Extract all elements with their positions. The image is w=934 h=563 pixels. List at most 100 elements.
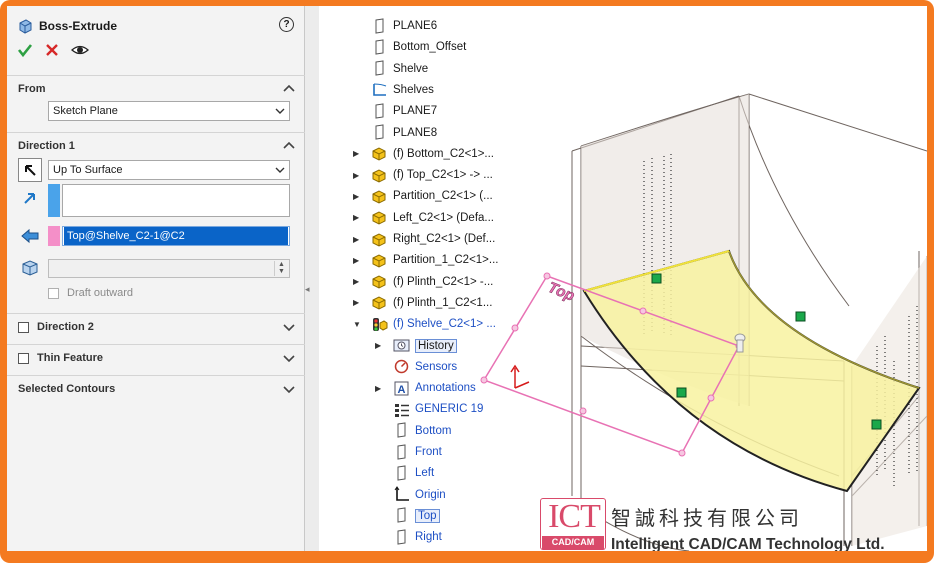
thin-feature-section: Thin Feature (7, 344, 305, 371)
tree-item-label: Right (415, 531, 442, 544)
tree-item[interactable]: ▶ A Annotations (375, 378, 476, 398)
tree-item-label: PLANE8 (393, 126, 438, 139)
direction1-section: Direction 1 (7, 132, 305, 312)
expand-arrow-icon[interactable]: ▶ (353, 149, 363, 158)
tree-item[interactable]: Origin (375, 485, 446, 505)
expand-arrow-icon[interactable]: ▶ (353, 192, 363, 201)
face-color-bar (48, 226, 60, 246)
tree-item[interactable]: ▶ (f) Bottom_C2<1>... (353, 144, 494, 164)
face-selection-item[interactable]: Top@Shelve_C2-1@C2 (64, 227, 288, 245)
reverse-direction-button[interactable] (18, 158, 42, 182)
tree-item[interactable]: GENERIC 19 (375, 399, 483, 419)
action-buttons (17, 42, 89, 58)
chevron-up-icon[interactable] (283, 83, 295, 95)
plane-icon (371, 60, 388, 77)
tree-item-label: Origin (415, 488, 446, 501)
thin-feature-checkbox[interactable] (18, 352, 29, 364)
tree-item[interactable]: ▶ History (375, 336, 457, 356)
tree-item[interactable]: Sensors (375, 357, 457, 377)
help-icon[interactable]: ? (279, 17, 294, 32)
face-selection-box[interactable]: Top@Shelve_C2-1@C2 (62, 226, 290, 246)
end-condition-select[interactable]: Up To Surface (48, 160, 290, 180)
logo-tag: CAD/CAM (542, 536, 604, 549)
tree-item[interactable]: Bottom_Offset (353, 37, 466, 57)
from-select[interactable]: Sketch Plane (48, 101, 290, 121)
expand-arrow-icon[interactable]: ▶ (375, 384, 385, 393)
tree-item[interactable]: ▶ Right_C2<1> (Def... (353, 229, 495, 249)
ok-check-icon[interactable] (17, 42, 33, 58)
draft-outward-checkbox[interactable] (48, 287, 59, 299)
tree-item[interactable]: PLANE7 (353, 101, 437, 121)
tree-item[interactable]: Bottom (375, 421, 451, 441)
splitter-grip-icon[interactable]: ◂ (305, 284, 317, 296)
tree-item[interactable]: Top (375, 506, 440, 526)
selected-contours-header-label: Selected Contours (18, 383, 116, 395)
direction2-header[interactable]: Direction 2 (7, 314, 305, 340)
expand-arrow-icon[interactable]: ▶ (353, 256, 363, 265)
expand-arrow-icon[interactable]: ▶ (353, 213, 363, 222)
tree-item-label: Left_C2<1> (Defa... (393, 211, 495, 224)
plane-icon (371, 39, 388, 56)
expand-arrow-icon[interactable]: ▶ (353, 298, 363, 307)
direction-arrow-icon (24, 193, 35, 204)
part-icon (371, 209, 388, 226)
expand-arrow-icon[interactable]: ▶ (353, 277, 363, 286)
direction1-header[interactable]: Direction 1 (7, 133, 305, 159)
tree-item[interactable]: ▼ (f) Shelve_C2<1> ... (353, 314, 496, 334)
chevron-down-icon[interactable] (283, 321, 295, 333)
svg-text:A: A (398, 384, 406, 396)
tree-item-label: Shelves (393, 83, 434, 96)
tree-item[interactable]: Front (375, 442, 442, 462)
from-header[interactable]: From (7, 76, 305, 102)
part-icon (371, 167, 388, 184)
tree-item[interactable]: Right (375, 527, 442, 547)
tree-item[interactable]: ▶ (f) Plinth_1_C2<1... (353, 293, 492, 313)
offset-distance-button[interactable] (18, 256, 42, 280)
chevron-down-icon[interactable] (283, 352, 295, 364)
preview-eye-icon[interactable] (71, 43, 89, 57)
cancel-x-icon[interactable] (45, 43, 59, 57)
selected-contours-header[interactable]: Selected Contours (7, 376, 305, 402)
offset-cube-icon (22, 260, 38, 276)
part-icon (371, 145, 388, 162)
direction-selection-box[interactable] (62, 184, 290, 217)
tree-item[interactable]: Shelve (353, 59, 428, 79)
face-selection-button[interactable] (18, 224, 42, 248)
tree-item-label: PLANE7 (393, 105, 438, 118)
sketch-icon (371, 81, 388, 98)
direction2-checkbox[interactable] (18, 321, 29, 333)
tree-item[interactable]: Shelves (353, 80, 434, 100)
tree-item-label: (f) Shelve_C2<1> ... (393, 318, 496, 331)
offset-distance-input[interactable]: ▲ ▼ (48, 259, 290, 278)
chevron-down-icon[interactable] (283, 383, 295, 395)
tree-item[interactable]: ▶ (f) Top_C2<1> -> ... (353, 165, 493, 185)
feature-title-text: Boss-Extrude (39, 19, 118, 33)
draft-outward-option[interactable]: Draft outward (48, 287, 133, 299)
thin-feature-header[interactable]: Thin Feature (7, 345, 305, 371)
tree-item[interactable]: ▶ Partition_C2<1> (... (353, 186, 493, 206)
tree-item-label: Top (415, 508, 440, 523)
expand-arrow-icon[interactable]: ▶ (375, 341, 385, 350)
plane-icon (393, 422, 410, 439)
plane-icon (393, 443, 410, 461)
tree-item[interactable]: PLANE8 (353, 123, 437, 143)
tree-item[interactable]: Left (375, 463, 434, 483)
tree-item-label: (f) Bottom_C2<1>... (393, 147, 494, 160)
from-header-label: From (18, 83, 46, 95)
spinner-icon[interactable]: ▲ ▼ (274, 261, 288, 276)
boss-extrude-icon (19, 19, 32, 34)
chevron-up-icon[interactable] (283, 140, 295, 152)
expand-arrow-icon[interactable]: ▶ (353, 171, 363, 180)
tree-item-label: Bottom_Offset (393, 41, 467, 54)
expand-arrow-icon[interactable]: ▶ (353, 235, 363, 244)
tree-item[interactable]: ▶ Left_C2<1> (Defa... (353, 208, 494, 228)
tree-item-label: Left (415, 467, 435, 480)
collapse-arrow-icon[interactable]: ▼ (353, 320, 363, 329)
tree-item[interactable]: ▶ Partition_1_C2<1>... (353, 250, 499, 270)
tree-item[interactable]: PLANE6 (353, 16, 437, 36)
plane-icon (393, 529, 410, 546)
tree-item-label: (f) Plinth_1_C2<1... (393, 296, 493, 309)
panel-splitter[interactable] (305, 6, 319, 551)
tree-item[interactable]: ▶ (f) Plinth_C2<1> -... (353, 272, 493, 292)
direction-vector-button[interactable] (18, 186, 42, 210)
